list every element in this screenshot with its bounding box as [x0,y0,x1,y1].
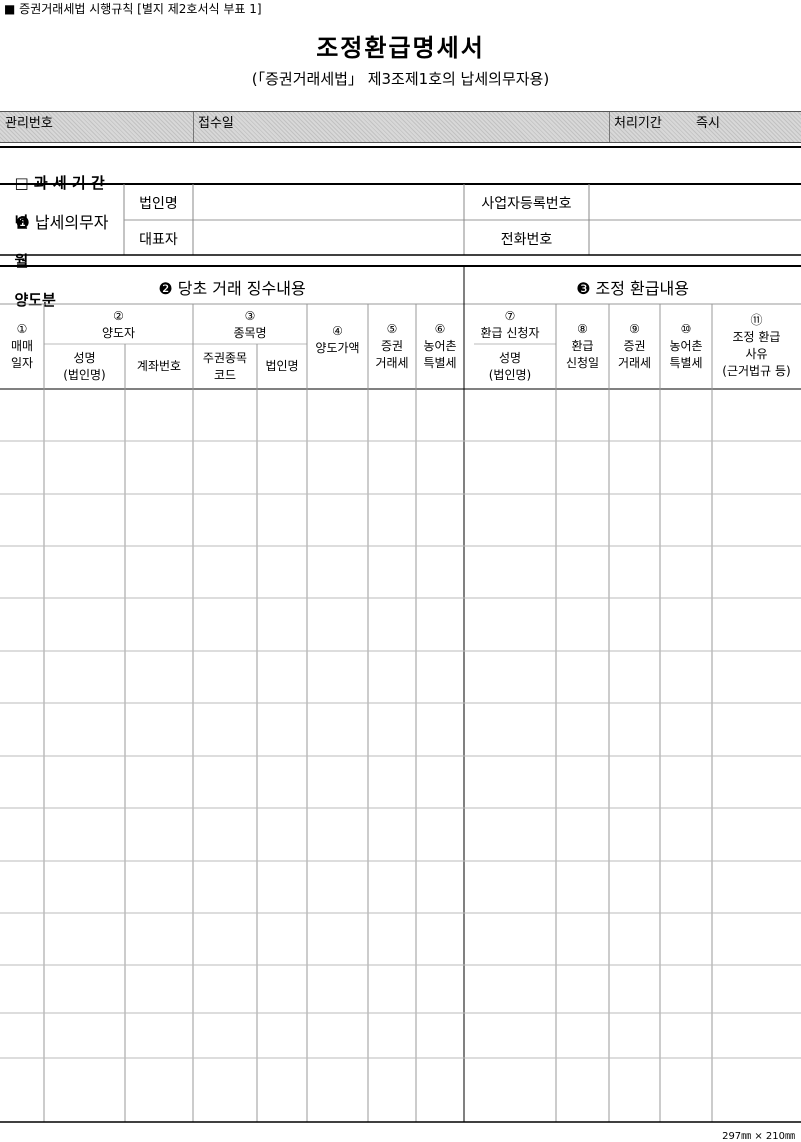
col-refund-applicant-header: ⑦ 환급 신청자 [480,309,540,340]
biz-reg-no-field[interactable] [590,186,800,219]
data-rows-area[interactable] [0,390,801,1121]
col-stock-corp-name-header: 법인명 [265,359,299,373]
representative-label: 대표자 [139,232,178,248]
col-refund-date-header: ⑧ 환급 신청일 [565,322,600,370]
corp-name-field[interactable] [194,186,463,219]
phone-label: 전화번호 [500,232,553,248]
col-refund-securities-tax-header: ⑨ 증권 거래세 [617,322,652,370]
taxpayer-section-label: ❶ 납세의무자 [15,213,109,232]
col-transferor-header: ② 양도자 [101,309,136,340]
biz-reg-no-label: 사업자등록번호 [481,196,572,212]
col-securities-tax-header: ⑤ 증권 거래세 [375,322,409,370]
col-refund-reason-header: ⑪ 조정 환급 사유 (근거법규 등) [722,313,791,378]
section-original-collection: ❷ 당초 거래 징수내용 [158,279,306,298]
col-account-no-header: 계좌번호 [136,359,182,373]
col-trade-date-header: ① 매매 일자 [10,322,34,370]
representative-field[interactable] [194,221,463,254]
col-stock-code-header: 주권종목 코드 [202,351,248,382]
col-refund-rural-tax-header: ⑩ 농어촌 특별세 [669,322,703,370]
phone-field[interactable] [590,221,800,254]
col-transfer-amount-header: ④ 양도가액 [315,324,360,355]
col-applicant-name-header: 성명 (법인명) [488,351,532,382]
section-adjusted-refund: ❸ 조정 환급내용 [576,279,689,298]
col-rural-tax-header: ⑥ 농어촌 특별세 [423,322,457,370]
col-transferor-name-header: 성명 (법인명) [63,351,106,382]
corp-name-label: 법인명 [139,196,178,212]
col-stock-name-header: ③ 종목명 [233,309,267,340]
